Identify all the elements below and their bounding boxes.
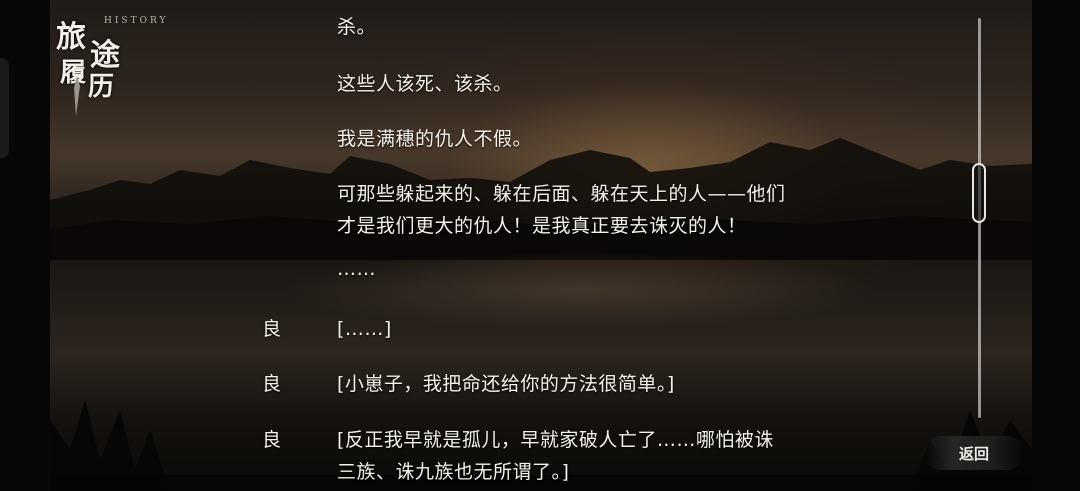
log-line: [反正我早就是孤儿，早就家破人亡了……哪怕被诛 (337, 429, 774, 451)
log-line: 才是我们更大的仇人！是我真正要去诛灭的人！ (337, 215, 747, 237)
log-line: [……] (337, 318, 392, 340)
log-line: 我是满穗的仇人不假。 (337, 128, 533, 150)
speaker-name: 良 (262, 318, 282, 340)
speaker-name: 良 (262, 429, 282, 451)
log-line: [小崽子，我把命还给你的方法很简单。] (337, 373, 675, 395)
history-log: 杀。 这些人该死、该杀。 我是满穗的仇人不假。 可那些躲起来的、躲在后面、躲在天… (0, 0, 1080, 491)
back-button[interactable]: 返回 (924, 436, 1024, 470)
log-line: 这些人该死、该杀。 (337, 73, 513, 95)
history-screen: HISTORY 旅 途 履 历 杀。 这些人该死、该杀。 我是满穗的仇人不假。 … (0, 0, 1080, 491)
log-line: 可那些躲起来的、躲在后面、躲在天上的人——他们 (337, 183, 786, 205)
back-button-label: 返回 (958, 444, 989, 463)
log-line: …… (337, 258, 376, 280)
scrollbar-thumb[interactable] (972, 163, 986, 223)
speaker-name: 良 (262, 373, 282, 395)
log-line: 杀。 (337, 16, 377, 38)
log-line: 三族、诛九族也无所谓了。] (337, 461, 570, 483)
